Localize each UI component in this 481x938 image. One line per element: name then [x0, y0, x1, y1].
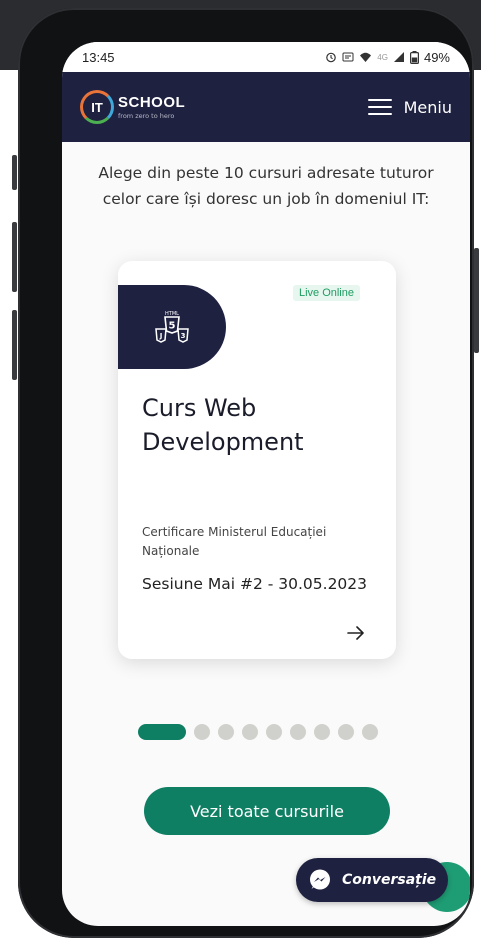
phone-screen: 13:45 4G 49% IT SCHOOL from zero to hero: [62, 42, 470, 926]
carousel-dot[interactable]: [314, 724, 330, 740]
phone-frame: 13:45 4G 49% IT SCHOOL from zero to hero: [18, 8, 474, 938]
carousel-dot[interactable]: [218, 724, 234, 740]
course-title-line-2: Development: [142, 428, 304, 456]
itschool-logo[interactable]: IT SCHOOL from zero to hero: [80, 90, 185, 124]
intro-line-2: celor care își doresc un job în domeniul…: [102, 190, 430, 208]
logo-text: SCHOOL from zero to hero: [118, 94, 185, 120]
carousel-dot[interactable]: [266, 724, 282, 740]
intro-text: Alege din peste 10 cursuri adresate tutu…: [62, 160, 470, 212]
phone-side-button: [12, 310, 17, 380]
arrow-right-icon[interactable]: [346, 625, 366, 641]
course-card[interactable]: HTML 5 J 3 Live Online Curs Web Developm…: [118, 261, 396, 659]
messenger-icon: [310, 869, 330, 890]
conversation-button[interactable]: Conversație: [296, 858, 448, 902]
alarm-icon: [326, 52, 337, 63]
logo-mark: IT: [80, 90, 114, 124]
menu-button[interactable]: Meniu: [367, 97, 452, 117]
carousel-dot-active[interactable]: [138, 724, 186, 740]
svg-text:5: 5: [169, 321, 176, 332]
carousel-dot[interactable]: [362, 724, 378, 740]
course-title: Curs Web Development: [142, 391, 382, 459]
phone-power-button: [474, 248, 479, 353]
battery-percent: 49%: [423, 49, 450, 65]
signal-icon: [393, 52, 404, 62]
phone-side-button: [12, 222, 17, 292]
svg-text:3: 3: [181, 332, 186, 340]
phone-side-button: [12, 155, 17, 190]
site-header: IT SCHOOL from zero to hero Meniu: [62, 72, 470, 142]
course-icon-badge: HTML 5 J 3: [118, 285, 226, 369]
html-js-css-icon: HTML 5 J 3: [155, 311, 189, 343]
carousel-dot[interactable]: [194, 724, 210, 740]
status-bar: 13:45 4G 49%: [62, 42, 470, 72]
hamburger-icon: [367, 99, 392, 115]
status-icons: 4G 49%: [325, 50, 450, 65]
wifi-icon: [360, 52, 372, 62]
volte-icon: [342, 52, 354, 62]
carousel-dot[interactable]: [242, 724, 258, 740]
course-certification: Certificare Ministerul Educației Naționa…: [142, 525, 327, 558]
course-session: Sesiune Mai #2 - 30.05.2023: [142, 575, 368, 593]
carousel-dot[interactable]: [338, 724, 354, 740]
intro-line-1: Alege din peste 10 cursuri adresate tutu…: [98, 164, 434, 182]
logo-name: SCHOOL: [118, 94, 186, 111]
4g-icon: 4G: [377, 52, 388, 62]
svg-text:HTML: HTML: [165, 311, 179, 317]
conversation-label: Conversație: [342, 872, 437, 888]
logo-tagline: from zero to hero: [118, 112, 175, 120]
svg-text:J: J: [159, 332, 163, 340]
battery-icon: [409, 50, 419, 64]
carousel-pagination: [138, 724, 378, 740]
all-courses-button[interactable]: Vezi toate cursurile: [144, 787, 390, 835]
carousel-dot[interactable]: [290, 724, 306, 740]
live-online-tag: Live Online: [292, 285, 360, 301]
course-title-line-1: Curs Web: [142, 394, 257, 422]
menu-label: Meniu: [403, 97, 452, 117]
status-time: 13:45: [82, 49, 115, 65]
